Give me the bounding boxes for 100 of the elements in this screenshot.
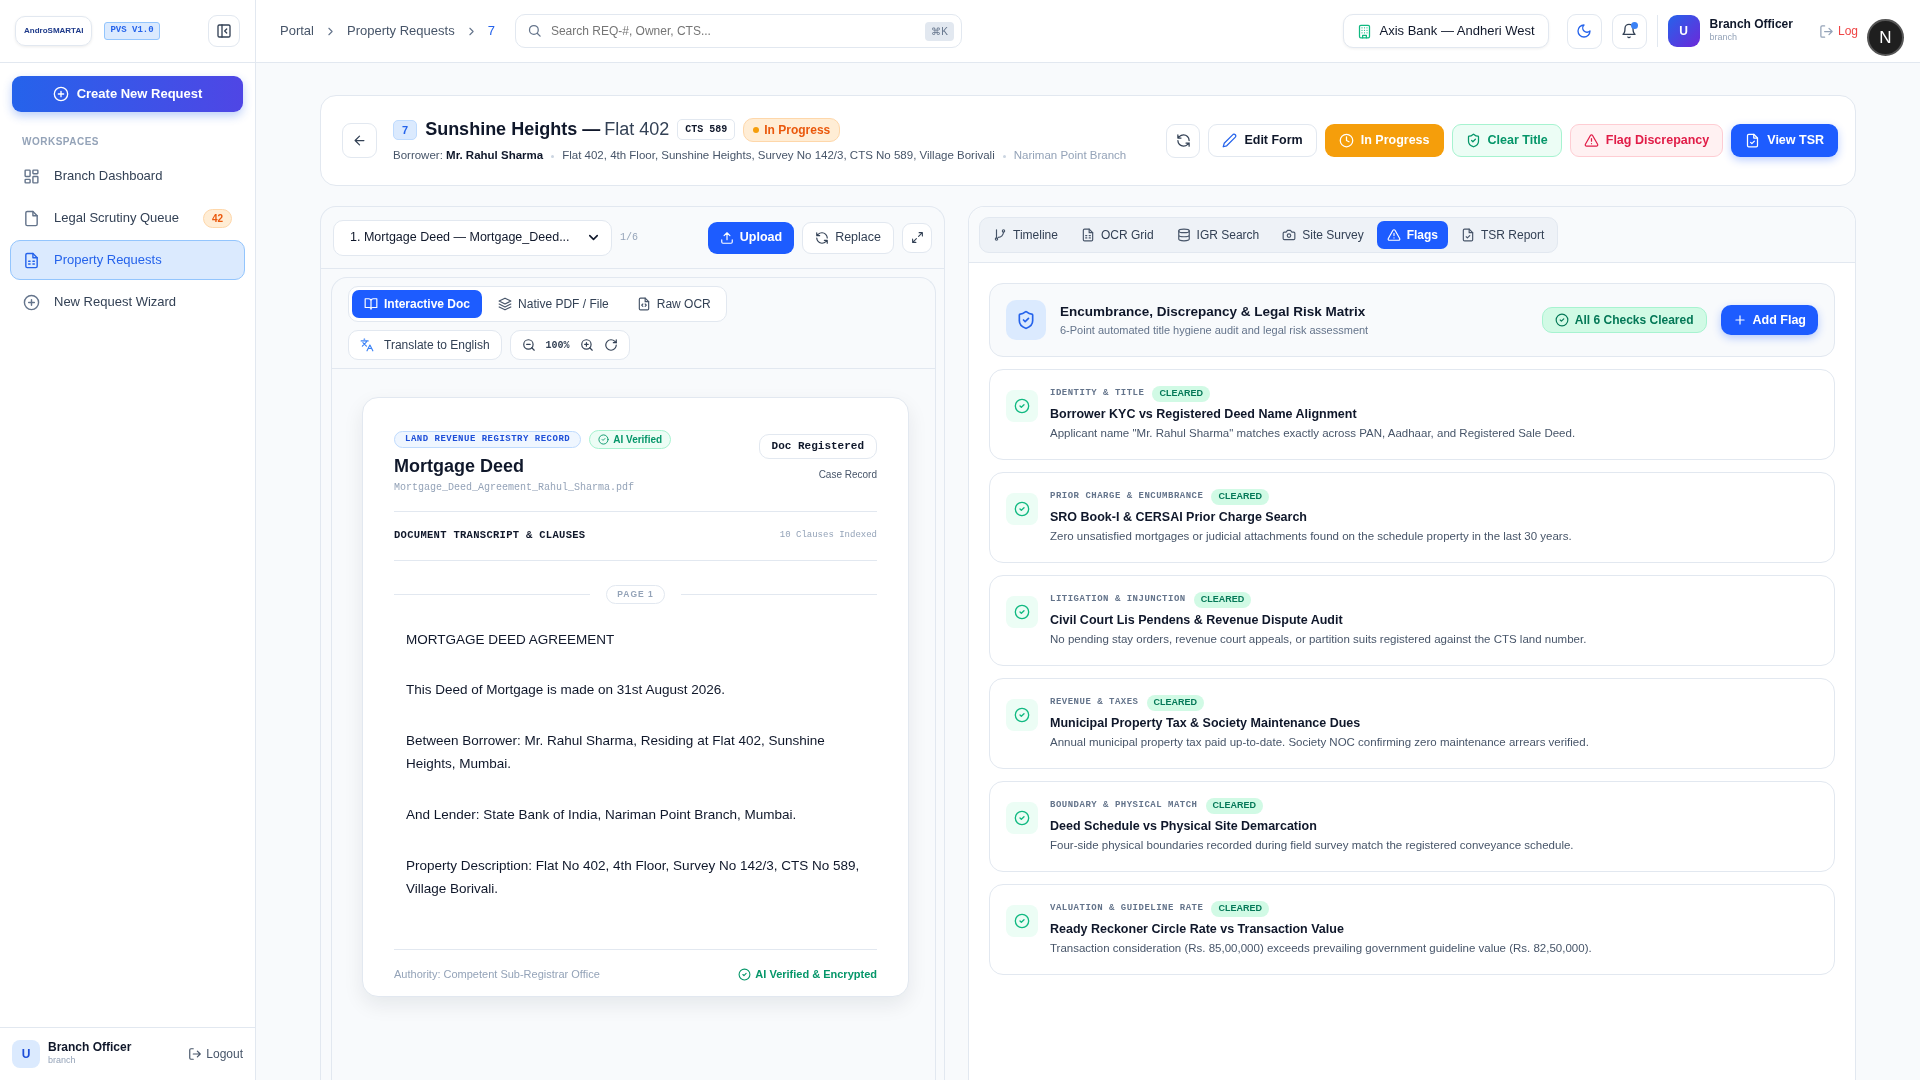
breadcrumb-link[interactable]: Portal xyxy=(280,21,314,41)
user-role: branch xyxy=(1709,30,1739,44)
translate-button[interactable]: Translate to English xyxy=(348,330,502,360)
create-request-button[interactable]: Create New Request xyxy=(12,76,243,112)
zoom-out-icon xyxy=(521,338,536,352)
pencil-icon xyxy=(1222,133,1238,148)
theme-toggle-button[interactable] xyxy=(1566,13,1602,49)
branch-text: Nariman Point Branch xyxy=(1013,148,1127,164)
document-icon xyxy=(1461,227,1475,242)
add-flag-button[interactable]: Add Flag xyxy=(1720,305,1818,335)
upload-button[interactable]: Upload xyxy=(707,221,795,254)
expand-icon xyxy=(910,231,924,244)
sidebar-item[interactable]: Legal Scrutiny Queue 42 xyxy=(10,198,245,238)
transcript-paragraph: Property Description: Flat No 402, 4th Floor, Survey No 142/3, CTS No 589, Village Borivali. xyxy=(406,856,861,899)
count-badge: 42 xyxy=(202,208,232,228)
registered-badge: Doc Registered xyxy=(758,434,877,459)
transcript-paragraph: Between Borrower: Mr. Rahul Sharma, Residing at Flat 402, Sunshine Heights, Mumbai. xyxy=(406,731,826,774)
transcript-paragraph: This Deed of Mortgage is made on 31st August 2026. xyxy=(406,681,726,700)
borrower-text: Borrower: Mr. Rahul Sharma xyxy=(393,148,544,164)
tab[interactable]: Flags xyxy=(1376,220,1448,249)
check-title: Ready Reckoner Circle Rate vs Transaction Value xyxy=(1050,920,1345,938)
action-button[interactable]: Flag Discrepancy xyxy=(1569,124,1724,157)
expand-button[interactable] xyxy=(902,222,932,253)
action-button[interactable]: View TSR xyxy=(1731,124,1838,157)
logout-button[interactable]: Log xyxy=(1818,22,1858,40)
logo: AndroSMARTAI xyxy=(15,16,93,46)
file-name: Mortgage_Deed_Agreement_Rahul_Sharma.pdf xyxy=(394,481,636,495)
code-file-icon xyxy=(636,297,651,311)
zoom-in-button[interactable] xyxy=(579,338,594,352)
sidebar-item[interactable]: Branch Dashboard xyxy=(10,156,245,196)
unit-label: Flat 402 xyxy=(604,118,670,142)
action-button[interactable]: Clear Title xyxy=(1451,124,1562,157)
notifications-button[interactable] xyxy=(1611,13,1647,49)
summary-badge: All 6 Checks Cleared xyxy=(1541,307,1707,333)
logout-button[interactable]: Logout xyxy=(188,1045,243,1063)
panel-icon xyxy=(216,23,232,39)
document-icon xyxy=(23,251,40,269)
section-label: WORKSPACES xyxy=(22,135,101,149)
translate-icon xyxy=(360,338,374,352)
check-detail: Annual municipal property tax paid up-to-date. Society NOC confirming zero maintenance arrears verified. xyxy=(1050,735,1589,751)
grid-icon xyxy=(23,167,40,185)
transcript-paragraph: And Lender: State Bank of India, Nariman Point Branch, Mumbai. xyxy=(406,806,798,824)
check-category: PRIOR CHARGE & ENCUMBRANCE xyxy=(1050,490,1204,503)
search-icon xyxy=(526,23,542,38)
building-icon xyxy=(1356,23,1372,39)
check-circle-icon xyxy=(738,967,752,981)
check-title: Borrower KYC vs Registered Deed Name Alignment xyxy=(1050,405,1358,423)
shortcut-key: ⌘K xyxy=(925,22,954,41)
document-dropdown[interactable]: 1. Mortgage Deed — Mortgage_Deed... xyxy=(333,219,612,256)
back-arrow-icon xyxy=(352,133,367,148)
check-category: LITIGATION & INJUNCTION xyxy=(1050,593,1186,606)
bell-icon xyxy=(1621,23,1638,39)
status-badge: CLEARED xyxy=(1193,592,1252,608)
clock-icon xyxy=(1338,133,1354,148)
document-icon xyxy=(1745,133,1761,148)
tab[interactable]: IGR Search xyxy=(1166,220,1270,249)
breadcrumb-link[interactable]: Property Requests xyxy=(346,21,455,41)
replace-button[interactable]: Replace xyxy=(802,221,894,254)
check-category: IDENTITY & TITLE xyxy=(1050,387,1145,400)
floating-badge[interactable]: N xyxy=(1867,19,1904,56)
case-record-text: Case Record xyxy=(818,467,877,482)
zoom-in-icon xyxy=(579,338,594,352)
plus-circle-icon xyxy=(52,86,69,102)
reset-button[interactable] xyxy=(603,338,618,352)
matrix-title: Encumbrance, Discrepancy & Legal Risk Matrix xyxy=(1060,302,1367,321)
refresh-button[interactable] xyxy=(1166,123,1201,158)
transcript-paragraph: MORTGAGE DEED AGREEMENT xyxy=(406,630,616,649)
matrix-subtitle: 6-Point automated title hygiene audit and legal risk assessment xyxy=(1060,322,1369,338)
check-circle-icon xyxy=(598,434,610,445)
branch-selector[interactable]: Axis Bank — Andheri West xyxy=(1342,14,1549,48)
status-badge: CLEARED xyxy=(1205,798,1264,814)
view-tab[interactable]: Raw OCR xyxy=(624,290,723,318)
tab[interactable]: TSR Report xyxy=(1451,220,1555,249)
warning-icon xyxy=(1386,227,1401,242)
action-button[interactable]: Edit Form xyxy=(1208,124,1317,157)
check-title: SRO Book-I & CERSAI Prior Charge Search xyxy=(1050,508,1308,526)
zoom-level: 100% xyxy=(545,338,570,353)
zoom-out-button[interactable] xyxy=(521,338,536,352)
rotate-icon xyxy=(603,338,618,352)
view-tab[interactable]: Interactive Doc xyxy=(352,290,483,318)
tab[interactable]: OCR Grid xyxy=(1070,220,1164,249)
version-tag: PVS V1.0 xyxy=(104,22,160,40)
tab[interactable]: Site Survey xyxy=(1272,220,1374,249)
plus-circle-icon xyxy=(23,293,40,311)
sidebar-item[interactable]: New Request Wizard xyxy=(10,282,245,322)
check-category: BOUNDARY & PHYSICAL MATCH xyxy=(1050,799,1198,812)
section-heading: DOCUMENT TRANSCRIPT & CLAUSES xyxy=(394,528,586,543)
document-icon xyxy=(23,209,40,227)
tab[interactable]: Timeline xyxy=(983,220,1068,249)
view-tab[interactable]: Native PDF / File xyxy=(486,290,621,318)
branch-icon xyxy=(993,227,1007,242)
shield-check-icon xyxy=(1465,133,1481,148)
back-button[interactable] xyxy=(342,123,377,158)
cts-tag: CTS 589 xyxy=(677,119,736,141)
request-id: 7 xyxy=(393,119,418,141)
authority-text: Authority: Competent Sub-Registrar Office xyxy=(394,966,600,982)
sidebar-toggle-button[interactable] xyxy=(208,15,240,47)
breadcrumb-link[interactable]: 7 xyxy=(487,21,495,41)
sidebar-item[interactable]: Property Requests xyxy=(10,240,245,280)
check-detail: Applicant name "Mr. Rahul Sharma" matches exactly across PAN, Aadhaar, and Registered Sale Deed. xyxy=(1050,426,1576,442)
